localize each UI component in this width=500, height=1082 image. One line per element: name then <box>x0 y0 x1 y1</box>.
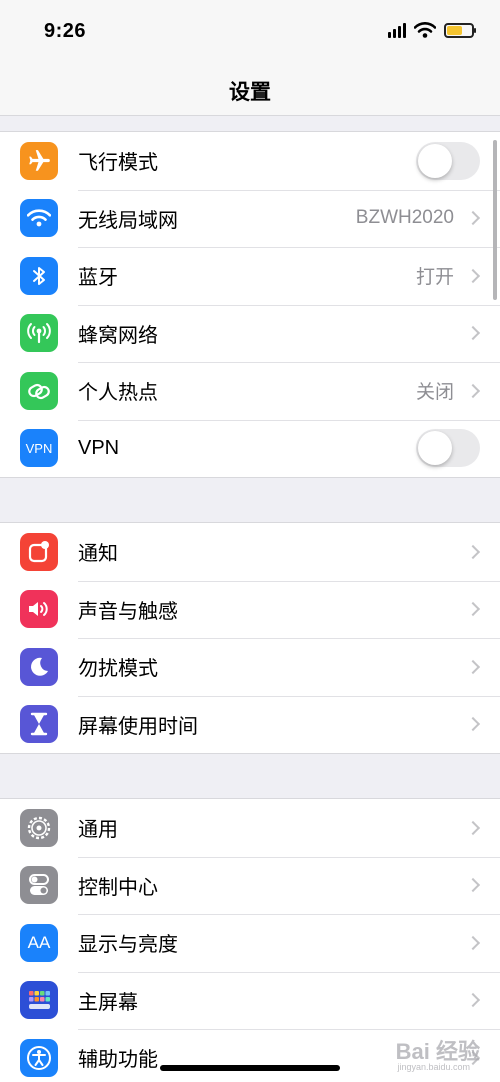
moon-icon <box>20 647 58 686</box>
settings-row-label: VPN <box>78 436 120 459</box>
wifi-icon <box>414 22 436 38</box>
notification-icon <box>20 532 58 571</box>
settings-row-screen-time[interactable]: 屏幕使用时间 <box>0 695 500 754</box>
settings-row-wlan[interactable]: 无线局域网 BZWH2020 <box>0 189 500 248</box>
bluetooth-icon <box>20 256 58 295</box>
settings-row-label: 主屏幕 <box>78 991 138 1014</box>
hourglass-icon <box>20 705 58 744</box>
settings-row-home-screen[interactable]: 主屏幕 <box>0 971 500 1030</box>
chevron-right-icon <box>465 544 481 559</box>
gear-icon <box>20 808 58 847</box>
airplane-mode-toggle[interactable] <box>416 141 480 180</box>
hotspot-link-icon <box>20 371 58 410</box>
settings-row-label: 飞行模式 <box>78 152 158 175</box>
vpn-icon-text: VPN <box>25 440 53 456</box>
settings-row-display-brightness[interactable]: AA 显示与亮度 <box>0 914 500 972</box>
page-title: 设置 <box>229 81 271 104</box>
status-icons <box>388 22 476 38</box>
airplane-icon <box>20 141 58 180</box>
scrollbar[interactable] <box>493 140 497 300</box>
settings-row-bluetooth[interactable]: 蓝牙 打开 <box>0 247 500 305</box>
navigation-bar: 设置 <box>0 60 500 116</box>
settings-row-label: 通用 <box>78 819 118 842</box>
chevron-right-icon <box>465 211 481 226</box>
switches-icon <box>20 866 58 905</box>
settings-row-notifications[interactable]: 通知 <box>0 523 500 581</box>
settings-row-label: 辅助功能 <box>78 1049 158 1072</box>
chevron-right-icon <box>465 878 481 893</box>
hotspot-status: 关闭 <box>415 382 454 404</box>
settings-row-control-center[interactable]: 控制中心 <box>0 856 500 915</box>
speaker-icon <box>20 590 58 629</box>
chevron-right-icon <box>465 659 481 674</box>
chevron-right-icon <box>465 935 481 950</box>
settings-row-label: 蓝牙 <box>78 267 118 290</box>
settings-row-label: 个人热点 <box>78 382 158 405</box>
bluetooth-status: 打开 <box>415 267 454 289</box>
chevron-right-icon <box>465 820 481 835</box>
cellular-signal-icon <box>388 22 406 38</box>
home-screen-grid-icon <box>20 981 58 1020</box>
antenna-icon <box>20 314 58 353</box>
chevron-right-icon <box>465 326 481 341</box>
vpn-toggle[interactable] <box>416 429 480 468</box>
settings-row-do-not-disturb[interactable]: 勿扰模式 <box>0 638 500 696</box>
settings-row-vpn[interactable]: VPN VPN <box>0 419 500 478</box>
accessibility-icon <box>20 1038 58 1077</box>
settings-group-notifications: 通知 声音与触感 勿扰模式 屏幕使用时间 <box>0 522 500 754</box>
wifi-icon <box>20 199 58 238</box>
settings-row-label: 显示与亮度 <box>78 934 178 957</box>
settings-row-cellular[interactable]: 蜂窝网络 <box>0 304 500 363</box>
settings-row-airplane-mode[interactable]: 飞行模式 <box>0 132 500 190</box>
chevron-right-icon <box>465 268 481 283</box>
chevron-right-icon <box>465 993 481 1008</box>
chevron-right-icon <box>465 602 481 617</box>
chevron-right-icon <box>465 383 481 398</box>
settings-row-label: 屏幕使用时间 <box>78 715 198 738</box>
wlan-network-name: BZWH2020 <box>355 207 454 229</box>
settings-row-label: 控制中心 <box>78 876 158 899</box>
watermark-url: jingyan.baidu.com <box>397 1062 470 1072</box>
home-indicator[interactable] <box>160 1065 340 1071</box>
settings-group-connectivity: 飞行模式 无线局域网 BZWH2020 蓝牙 打开 蜂窝网络 个人热点 关闭 V… <box>0 131 500 478</box>
settings-row-label: 声音与触感 <box>78 600 178 623</box>
settings-row-sounds-haptics[interactable]: 声音与触感 <box>0 580 500 639</box>
settings-row-personal-hotspot[interactable]: 个人热点 关闭 <box>0 362 500 420</box>
vpn-icon: VPN <box>20 429 58 468</box>
chevron-right-icon <box>465 717 481 732</box>
status-bar: 9:26 <box>0 0 500 60</box>
settings-row-label: 通知 <box>78 543 118 566</box>
settings-row-general[interactable]: 通用 <box>0 799 500 857</box>
settings-row-label: 无线局域网 <box>78 209 178 232</box>
text-size-icon: AA <box>20 923 58 962</box>
status-time: 9:26 <box>44 20 87 42</box>
settings-row-label: 勿扰模式 <box>78 658 158 681</box>
battery-icon <box>444 22 476 38</box>
battery-level <box>447 25 462 35</box>
settings-row-label: 蜂窝网络 <box>78 324 158 347</box>
text-size-icon-text: AA <box>27 932 51 952</box>
